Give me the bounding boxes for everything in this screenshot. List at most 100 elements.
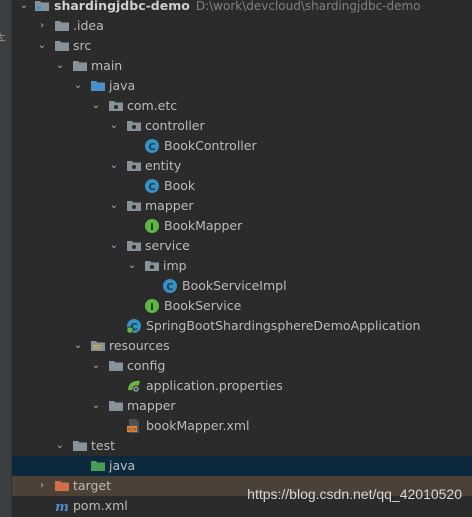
folder-icon [108,398,124,414]
folder-icon [108,358,124,374]
tree-row-label: com.etc [127,98,178,113]
tree-row-application-class[interactable]: C SpringBootShardingsphereDemoApplicatio… [12,316,472,336]
tree-row-label: bookMapper.xml [146,418,250,433]
class-icon: C [144,178,160,194]
tree-row-entity[interactable]: ⌄ entity [12,156,472,176]
tree-row-label: controller [145,118,205,133]
tree-row-label: application.properties [146,378,283,393]
package-icon [144,258,160,274]
tree-row-label: src [73,38,92,53]
tree-row-service[interactable]: ⌄ service [12,236,472,256]
interface-icon: I [144,298,160,314]
svg-text:C: C [166,282,173,293]
chevron-down-icon[interactable]: ⌄ [72,78,84,94]
chevron-down-icon[interactable]: ⌄ [54,438,66,454]
tree-row-label: main [91,58,123,73]
tree-row-main[interactable]: ⌄ main [12,56,472,76]
svg-text:C: C [148,142,155,153]
maven-file-icon: m [54,498,70,514]
tree-row-book-mapper[interactable]: I BookMapper [12,216,472,236]
tree-row-mapper-package[interactable]: ⌄ mapper [12,196,472,216]
xml-file-icon: </> [126,418,142,434]
chevron-right-icon[interactable]: › [36,18,48,34]
tree-row-label: .idea [73,18,104,33]
tree-row-label: target [73,478,112,493]
spring-boot-class-icon: C [126,318,142,334]
folder-icon [72,58,88,74]
chevron-down-icon[interactable]: ⌄ [108,198,120,214]
svg-text:C: C [148,182,155,193]
tree-row-mapper-folder[interactable]: ⌄ mapper [12,396,472,416]
tree-row-config[interactable]: ⌄ config [12,356,472,376]
excluded-folder-icon [54,478,70,494]
tree-row-book[interactable]: C Book [12,176,472,196]
folder-icon [54,18,70,34]
tree-row-label: pom.xml [73,498,128,513]
svg-text:</>: </> [127,427,137,433]
tree-row-project-root[interactable]: ⌄ shardingjdbc-demo D:\work\devcloud\shar… [12,0,472,16]
tree-row-main-java[interactable]: ⌄ java [12,76,472,96]
chevron-down-icon[interactable]: ⌄ [72,338,84,354]
tree-row-label: imp [163,258,187,273]
project-tree: ⌄ shardingjdbc-demo D:\work\devcloud\shar… [12,0,472,517]
tree-row-resources[interactable]: ⌄ resources [12,336,472,356]
tree-row-label: service [145,238,190,253]
interface-icon: I [144,218,160,234]
tree-row-test-java[interactable]: java [12,456,472,476]
tree-row-label: Book [164,178,196,193]
tree-row-src[interactable]: ⌄ src [12,36,472,56]
svg-text:I: I [150,302,154,313]
chevron-right-icon[interactable]: › [36,478,48,494]
package-icon [126,238,142,254]
chevron-down-icon[interactable]: ⌄ [90,98,102,114]
tree-row-label: java [109,78,136,93]
class-icon: C [144,138,160,154]
tree-row-book-service[interactable]: I BookService [12,296,472,316]
chevron-down-icon[interactable]: ⌄ [108,238,120,254]
chevron-down-icon[interactable]: ⌄ [90,398,102,414]
tree-row-test[interactable]: ⌄ test [12,436,472,456]
project-tool-window-stripe[interactable]: Pr [0,0,12,517]
chevron-down-icon[interactable]: ⌄ [108,118,120,134]
tree-row-book-controller[interactable]: C BookController [12,136,472,156]
project-name-text: shardingjdbc-demo [54,0,190,13]
resources-folder-icon [90,338,106,354]
tree-row-imp[interactable]: ⌄ imp [12,256,472,276]
module-folder-icon [34,0,50,14]
test-source-folder-icon [90,458,106,474]
tree-row-label: BookMapper [164,218,243,233]
tree-row-book-mapper-xml[interactable]: </> bookMapper.xml [12,416,472,436]
package-icon [126,118,142,134]
tree-row-label: mapper [127,398,176,413]
watermark: https://blog.csdn.net/qq_42010520 [247,486,462,502]
package-icon [126,198,142,214]
tree-row-label: config [127,358,166,373]
tree-row-label: entity [145,158,182,173]
tree-row-label: mapper [145,198,194,213]
folder-icon [72,438,88,454]
tree-row-label: BookServiceImpl [182,278,287,293]
package-icon [126,158,142,174]
svg-text:I: I [150,222,154,233]
tree-row-com-etc[interactable]: ⌄ com.etc [12,96,472,116]
tree-row-book-service-impl[interactable]: C BookServiceImpl [12,276,472,296]
source-folder-icon [90,78,106,94]
folder-icon [54,38,70,54]
project-path: D:\work\devcloud\shardingjdbc-demo [195,0,421,13]
project-tool-tab-label[interactable]: Pr [0,2,12,42]
tree-row-application-properties[interactable]: application.properties [12,376,472,396]
chevron-down-icon[interactable]: ⌄ [108,158,120,174]
tree-row-label: test [91,438,116,453]
package-icon [108,98,124,114]
tree-row-label: resources [109,338,170,353]
chevron-down-icon[interactable]: ⌄ [90,358,102,374]
chevron-down-icon[interactable]: ⌄ [18,0,30,14]
tree-row-label: BookService [164,298,242,313]
chevron-down-icon[interactable]: ⌄ [126,258,138,274]
chevron-down-icon[interactable]: ⌄ [54,58,66,74]
tree-row-idea[interactable]: › .idea [12,16,472,36]
tree-row-label: SpringBootShardingsphereDemoApplication [146,318,421,333]
svg-text:m: m [55,500,69,514]
tree-row-controller[interactable]: ⌄ controller [12,116,472,136]
chevron-down-icon[interactable]: ⌄ [36,38,48,54]
